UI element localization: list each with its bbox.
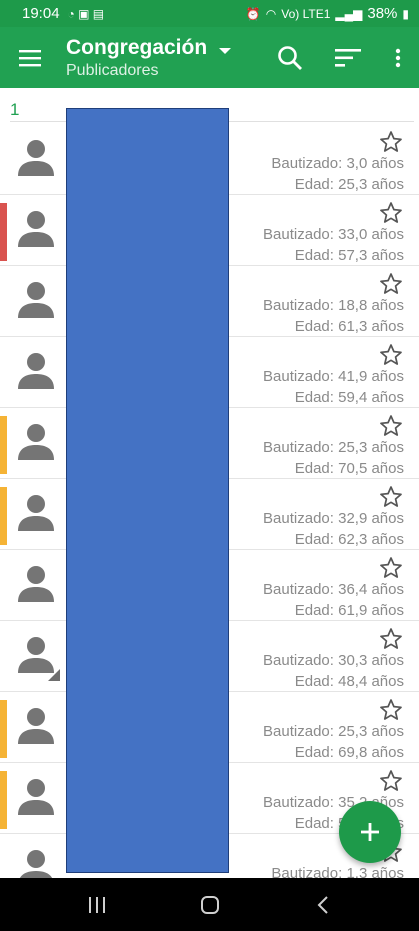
- status-stripe: [0, 771, 7, 829]
- person-icon: [18, 495, 54, 531]
- page-title: Congregación: [66, 35, 208, 59]
- page-subtitle: Publicadores: [66, 61, 159, 79]
- status-stripe: [0, 203, 7, 261]
- title-dropdown[interactable]: Congregación Publicadores: [66, 35, 232, 80]
- baptized-years: Bautizado: 18,8 años: [263, 297, 404, 314]
- system-nav-bar: [0, 878, 419, 931]
- home-icon: [200, 895, 219, 914]
- baptized-years: Bautizado: 36,4 años: [263, 581, 404, 598]
- status-right: ⏰ ◠ Vo) LTE1 ▂▄▆ 38% ▮: [246, 5, 409, 22]
- star-outline-icon[interactable]: [379, 556, 403, 580]
- star-outline-icon[interactable]: [379, 130, 403, 154]
- person-icon: [18, 211, 54, 247]
- network-label: Vo) LTE1: [281, 6, 331, 21]
- baptized-years: Bautizado: 41,9 años: [263, 368, 404, 385]
- age-years: Edad: 57,3 años: [294, 247, 404, 264]
- star-outline-icon[interactable]: [379, 201, 403, 225]
- more-vert-icon: [395, 48, 401, 67]
- app-bar: Congregación Publicadores: [0, 27, 419, 88]
- sort-button[interactable]: [319, 27, 377, 88]
- age-years: Edad: 62,3 años: [294, 531, 404, 548]
- search-button[interactable]: [261, 27, 319, 88]
- status-time: 19:04: [22, 5, 60, 22]
- star-outline-icon[interactable]: [379, 343, 403, 367]
- star-outline-icon[interactable]: [379, 698, 403, 722]
- status-stripe: [0, 700, 7, 758]
- star-outline-icon[interactable]: [379, 769, 403, 793]
- corner-marker-icon: [48, 669, 60, 681]
- plus-icon: [361, 823, 379, 841]
- baptized-years: Bautizado: 33,0 años: [263, 226, 404, 243]
- menu-icon: [19, 49, 41, 66]
- age-years: Edad: 25,3 años: [294, 176, 404, 193]
- age-years: Edad: 61,9 años: [294, 602, 404, 619]
- signal-icon: ▂▄▆: [335, 6, 363, 21]
- person-icon: [18, 282, 54, 318]
- home-button[interactable]: [190, 885, 230, 925]
- age-years: Edad: 69,8 años: [294, 744, 404, 761]
- age-years: Edad: 59,4 años: [294, 389, 404, 406]
- status-bar: 19:04 ◔ ▣ ▤ ⏰ ◠ Vo) LTE1 ▂▄▆ 38% ▮: [0, 0, 419, 27]
- person-icon: [18, 424, 54, 460]
- baptized-years: Bautizado: 32,9 años: [263, 510, 404, 527]
- sort-icon: [335, 48, 361, 67]
- person-icon: [18, 140, 54, 176]
- person-icon: [18, 566, 54, 602]
- status-stripe: [0, 487, 7, 545]
- notification-icon: ◔ ▣ ▤: [67, 6, 105, 21]
- star-outline-icon[interactable]: [379, 272, 403, 296]
- age-years: Edad: 61,3 años: [294, 318, 404, 335]
- battery-icon: ▮: [402, 6, 409, 21]
- recent-apps-button[interactable]: [77, 885, 117, 925]
- person-icon: [18, 779, 54, 815]
- alarm-icon: ⏰: [245, 6, 261, 21]
- section-label: 1: [10, 100, 20, 119]
- battery-percentage: 38%: [367, 5, 398, 22]
- star-outline-icon[interactable]: [379, 485, 403, 509]
- recent-apps-icon: [88, 896, 105, 913]
- status-notification-icons: ◔ ▣ ▤: [68, 7, 105, 21]
- person-icon: [18, 353, 54, 389]
- more-options-button[interactable]: [377, 27, 419, 88]
- add-publisher-button[interactable]: [339, 801, 401, 863]
- person-icon: [19, 850, 53, 878]
- search-icon: [278, 45, 302, 70]
- menu-button[interactable]: [0, 27, 60, 88]
- back-button[interactable]: [303, 885, 343, 925]
- dropdown-caret-icon: [219, 47, 232, 54]
- status-stripe: [0, 416, 7, 474]
- age-years: Edad: 48,4 años: [294, 673, 404, 690]
- baptized-years: Bautizado: 3,0 años: [271, 155, 404, 172]
- baptized-years: Bautizado: 1,3 años: [271, 865, 404, 878]
- person-icon: [18, 708, 54, 744]
- baptized-years: Bautizado: 30,3 años: [263, 652, 404, 669]
- star-outline-icon[interactable]: [379, 627, 403, 651]
- age-years: Edad: 70,5 años: [294, 460, 404, 477]
- redacted-names-overlay: [66, 108, 229, 873]
- baptized-years: Bautizado: 25,3 años: [263, 439, 404, 456]
- wifi-icon: ◠: [265, 6, 277, 21]
- star-outline-icon[interactable]: [379, 414, 403, 438]
- back-icon: [317, 895, 328, 914]
- baptized-years: Bautizado: 25,3 años: [263, 723, 404, 740]
